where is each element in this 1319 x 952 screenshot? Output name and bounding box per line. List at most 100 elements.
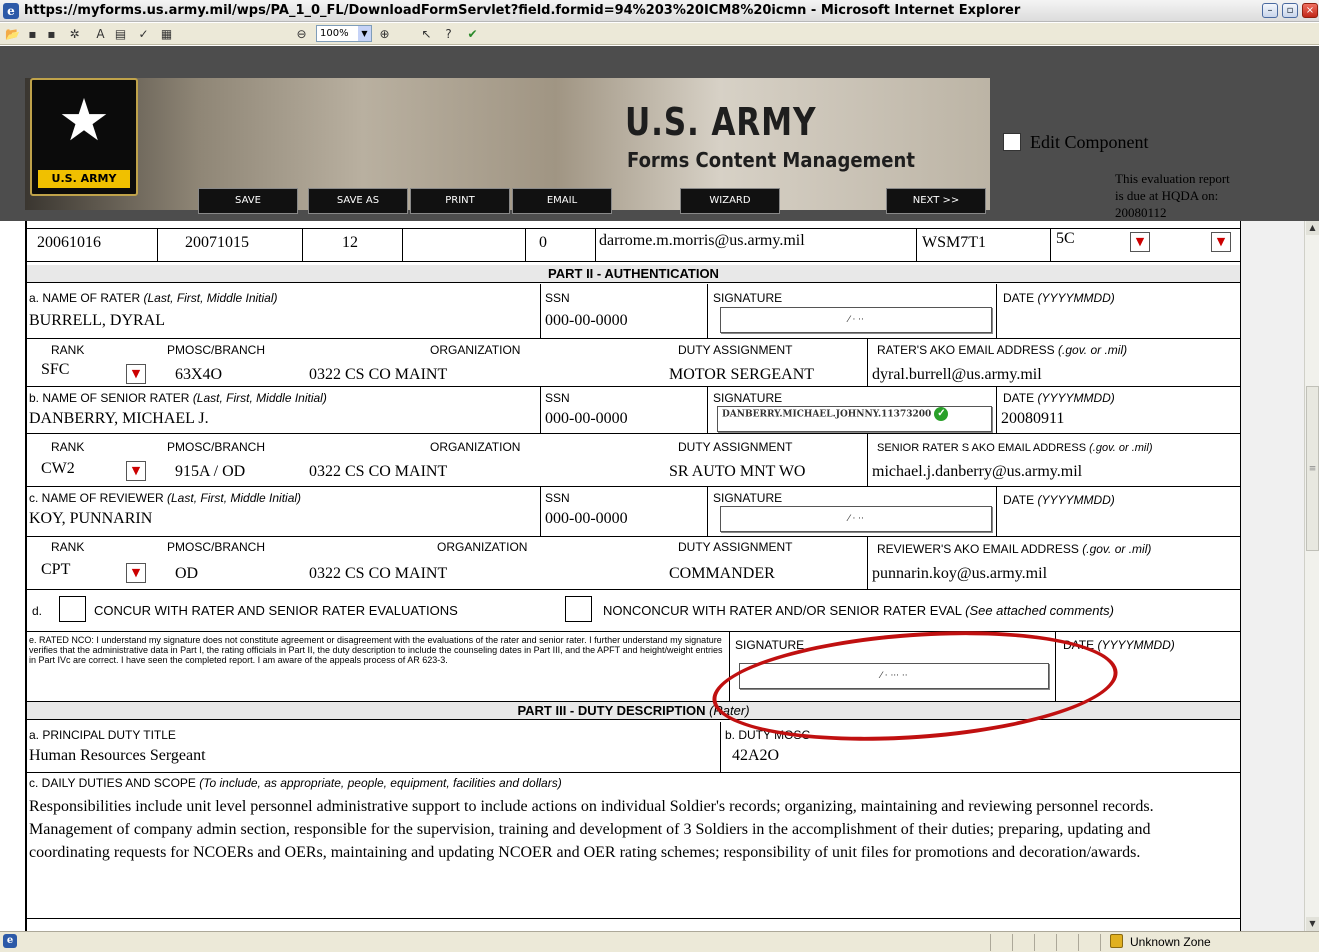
scroll-thumb[interactable]: ≡ (1306, 386, 1319, 551)
open-folder-icon[interactable]: 📂 (4, 26, 21, 42)
duty-mosc-field[interactable]: 42A2O (732, 747, 779, 765)
rated-email-field[interactable]: darrome.m.morris@us.army.mil (599, 232, 805, 250)
settings-icon[interactable]: ✲ (66, 26, 83, 42)
uic-field[interactable]: WSM7T1 (922, 234, 986, 252)
help-icon[interactable]: ? (440, 26, 457, 42)
period-thru-field[interactable]: 20071015 (185, 234, 249, 252)
reviewer-rank-field[interactable]: CPT (41, 561, 70, 579)
nonconcur-checkbox[interactable] (565, 596, 592, 622)
rater-rank-field[interactable]: SFC (41, 361, 69, 379)
daily-duties-field[interactable]: Responsibilities include unit level pers… (29, 795, 1229, 864)
zoom-out-icon[interactable]: ⊖ (293, 26, 310, 42)
rater-duty-label: DUTY ASSIGNMENT (678, 343, 793, 357)
senior-name-field[interactable]: DANBERRY, MICHAEL J. (29, 410, 209, 428)
code-dropdown-icon[interactable]: ▼ (1211, 232, 1231, 252)
rater-signature-button[interactable]: ⁄ · ·· (720, 307, 992, 333)
nonrated-codes-field[interactable]: 0 (539, 234, 547, 252)
viewer-toolbar: 📂 ▪ ▪ ✲ A ▤ ✓ ▦ ⊖ 100% ▼ ⊕ ↖ ? ✔ (0, 23, 1319, 45)
concur-label: CONCUR WITH RATER AND SENIOR RATER EVALU… (94, 603, 458, 618)
status-code-dropdown-icon[interactable]: ▼ (1130, 232, 1150, 252)
period-from-field[interactable]: 20061016 (37, 234, 101, 252)
next-button[interactable]: NEXT >> (886, 188, 986, 214)
ie-logo-icon: e (3, 3, 19, 19)
rater-pmosc-field[interactable]: 63X4O (175, 366, 222, 384)
rater-pmosc-label: PMOSC/BRANCH (167, 343, 266, 357)
whats-this-icon[interactable]: ↖ (418, 26, 435, 42)
save-as-button[interactable]: SAVE AS (308, 188, 408, 214)
senior-signature-field[interactable]: DANBERRY.MICHAEL.JOHNNY.11373200 ✓ (717, 406, 992, 432)
reviewer-org-field[interactable]: 0322 CS CO MAINT (309, 565, 447, 583)
senior-date-field[interactable]: 20080911 (1001, 410, 1064, 428)
zoom-select[interactable]: 100% ▼ (316, 25, 372, 42)
close-button[interactable]: × (1302, 3, 1318, 18)
senior-date-label: DATE (YYYYMMDD) (1003, 391, 1115, 405)
font-icon[interactable]: A (92, 26, 109, 42)
status-code-field[interactable]: 5C (1056, 230, 1075, 248)
scroll-up-icon[interactable]: ▲ (1306, 221, 1319, 235)
rater-rank-label: RANK (51, 343, 85, 357)
rater-name-field[interactable]: BURRELL, DYRAL (29, 312, 165, 330)
edit-component-label: Edit Component (1030, 132, 1149, 152)
rater-duty-field[interactable]: MOTOR SERGEANT (669, 366, 814, 384)
duty-title-field[interactable]: Human Resources Sergeant (29, 747, 206, 765)
senior-ssn-field[interactable]: 000-00-0000 (545, 410, 628, 428)
army-forms-header: ★ U.S. ARMY U.S. ARMY Forms Content Mana… (0, 46, 1319, 221)
print-button[interactable]: PRINT (410, 188, 510, 214)
ncoer-form: 20061016 20071015 12 0 darrome.m.morris@… (25, 221, 1241, 931)
reviewer-rank-label: RANK (51, 540, 85, 554)
save-icon[interactable]: ▪ (24, 26, 41, 42)
ok-icon[interactable]: ✔ (464, 26, 481, 42)
part2-title: PART II - AUTHENTICATION (27, 265, 1240, 283)
senior-org-field[interactable]: 0322 CS CO MAINT (309, 463, 447, 481)
rater-signature-label: SIGNATURE (713, 291, 783, 305)
verified-check-icon: ✓ (934, 407, 949, 421)
rater-org-field[interactable]: 0322 CS CO MAINT (309, 366, 447, 384)
rater-ssn-label: SSN (545, 291, 570, 305)
nonconcur-label: NONCONCUR WITH RATER AND/OR SENIOR RATER… (603, 603, 1114, 618)
senior-rank-field[interactable]: CW2 (41, 460, 75, 478)
reviewer-ssn-field[interactable]: 000-00-0000 (545, 510, 628, 528)
rater-org-label: ORGANIZATION (430, 343, 521, 357)
senior-rank-dropdown-icon[interactable]: ▼ (126, 461, 146, 481)
reviewer-rank-dropdown-icon[interactable]: ▼ (126, 563, 146, 583)
rater-ssn-field[interactable]: 000-00-0000 (545, 312, 628, 330)
reviewer-duty-field[interactable]: COMMANDER (669, 565, 775, 583)
email-button[interactable]: EMAIL (512, 188, 612, 214)
vertical-scrollbar[interactable]: ▲ ≡ ▼ (1304, 221, 1319, 931)
concur-checkbox[interactable] (59, 596, 86, 622)
save-button[interactable]: SAVE (198, 188, 298, 214)
zoom-in-icon[interactable]: ⊕ (376, 26, 393, 42)
rater-rank-dropdown-icon[interactable]: ▼ (126, 364, 146, 384)
rater-email-field[interactable]: dyral.burrell@us.army.mil (872, 366, 1042, 384)
document-icon[interactable]: ▤ (112, 26, 129, 42)
restore-button[interactable]: ▫ (1282, 3, 1298, 18)
reviewer-pmosc-label: PMOSC/BRANCH (167, 540, 266, 554)
reviewer-ssn-label: SSN (545, 491, 570, 505)
reviewer-email-field[interactable]: punnarin.koy@us.army.mil (872, 565, 1047, 583)
senior-signature-label: SIGNATURE (713, 391, 783, 405)
window-title: https://myforms.us.army.mil/wps/PA_1_0_F… (24, 3, 1021, 18)
reviewer-name-field[interactable]: KOY, PUNNARIN (29, 510, 152, 528)
wizard-button[interactable]: WIZARD (680, 188, 780, 214)
senior-email-field[interactable]: michael.j.danberry@us.army.mil (872, 463, 1082, 481)
senior-pmosc-field[interactable]: 915A / OD (175, 463, 245, 481)
scroll-down-icon[interactable]: ▼ (1306, 917, 1319, 931)
rater-email-label: RATER'S AKO EMAIL ADDRESS (.gov. or .mil… (877, 343, 1128, 357)
page-margin (1240, 221, 1304, 931)
spellcheck-icon[interactable]: ✓ (135, 26, 152, 42)
reviewer-signature-button[interactable]: ⁄ · ·· (720, 506, 992, 532)
reviewer-pmosc-field[interactable]: OD (175, 565, 198, 583)
due-date-note: This evaluation report is due at HQDA on… (1115, 171, 1230, 220)
minimize-button[interactable]: – (1262, 3, 1278, 18)
senior-rank-label: RANK (51, 440, 85, 454)
rater-date-label: DATE (YYYYMMDD) (1003, 291, 1115, 305)
reviewer-name-label: c. NAME OF REVIEWER (Last, First, Middle… (29, 491, 302, 505)
senior-duty-field[interactable]: SR AUTO MNT WO (669, 463, 805, 481)
edit-component-checkbox[interactable] (1003, 133, 1021, 151)
rated-months-field[interactable]: 12 (342, 234, 358, 252)
star-icon: ★ (58, 86, 110, 154)
army-logo: ★ U.S. ARMY (30, 78, 138, 196)
save-as-icon[interactable]: ▪ (43, 26, 60, 42)
senior-name-label: b. NAME OF SENIOR RATER (Last, First, Mi… (29, 391, 327, 405)
form-icon[interactable]: ▦ (158, 26, 175, 42)
